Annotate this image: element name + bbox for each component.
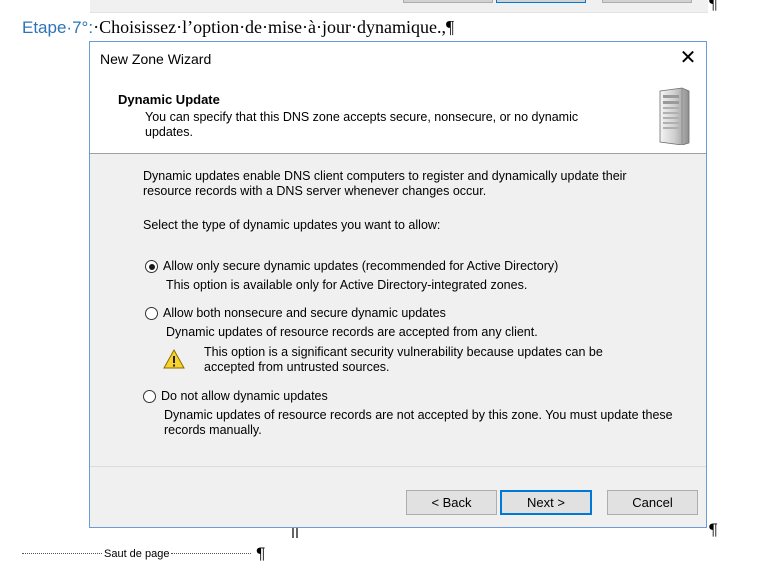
image-resize-handle[interactable]	[292, 528, 298, 538]
previous-button-edge	[403, 0, 493, 3]
radio-button[interactable]	[145, 307, 158, 320]
dotted-line	[171, 553, 252, 554]
previous-button-edge	[496, 0, 586, 3]
warning-icon	[163, 348, 185, 369]
previous-button-edge	[602, 0, 692, 3]
heading-text: ·Choisissez·l’option·de·mise·à·jour·dyna…	[93, 17, 455, 37]
pilcrow-mark: ¶	[255, 544, 266, 563]
option-no-dynamic-updates[interactable]: Do not allow dynamic updates	[143, 389, 328, 404]
cancel-button[interactable]: Cancel	[607, 490, 698, 515]
option-secure-only[interactable]: Allow only secure dynamic updates (recom…	[145, 259, 558, 274]
page-break-label: Saut de page	[104, 547, 170, 560]
next-button[interactable]: Next >	[500, 490, 592, 515]
radio-button[interactable]	[143, 390, 156, 403]
heading-step: Etape·7°:	[22, 18, 94, 37]
option-description: This option is available only for Active…	[166, 278, 528, 292]
close-icon[interactable]: ✕	[676, 46, 700, 70]
prompt-text: Select the type of dynamic updates you w…	[143, 218, 441, 232]
back-button[interactable]: < Back	[406, 490, 497, 515]
pilcrow-mark: ¶	[708, 520, 719, 539]
pilcrow-mark: ¶	[708, 0, 719, 13]
intro-text: Dynamic updates enable DNS client comput…	[143, 169, 627, 198]
page-title: Dynamic Update	[118, 92, 220, 107]
title-bar: New Zone Wizard ✕	[90, 42, 706, 75]
dotted-line	[22, 553, 102, 554]
option-description: Dynamic updates of resource records are …	[164, 408, 673, 437]
window-title: New Zone Wizard	[100, 51, 212, 67]
wizard-header: Dynamic Update You can specify that this…	[90, 75, 706, 154]
previous-screenshot-edge	[90, 0, 708, 13]
page-subtitle: You can specify that this DNS zone accep…	[145, 110, 579, 139]
document-heading: Etape·7°:·Choisissez·l’option·de·mise·à·…	[22, 15, 454, 40]
warning-text: This option is a significant security vu…	[204, 345, 603, 374]
new-zone-wizard-dialog: New Zone Wizard ✕ Dynamic Update You can…	[89, 41, 707, 528]
option-nonsecure-and-secure[interactable]: Allow both nonsecure and secure dynamic …	[145, 306, 446, 321]
option-label: Allow both nonsecure and secure dynamic …	[163, 306, 446, 320]
page-break: Saut de page ¶	[22, 544, 266, 563]
radio-button[interactable]	[145, 260, 158, 273]
option-description: Dynamic updates of resource records are …	[166, 325, 538, 339]
footer-divider	[90, 466, 706, 467]
server-icon	[659, 87, 690, 145]
option-label: Do not allow dynamic updates	[161, 389, 328, 403]
option-label: Allow only secure dynamic updates (recom…	[163, 259, 559, 273]
